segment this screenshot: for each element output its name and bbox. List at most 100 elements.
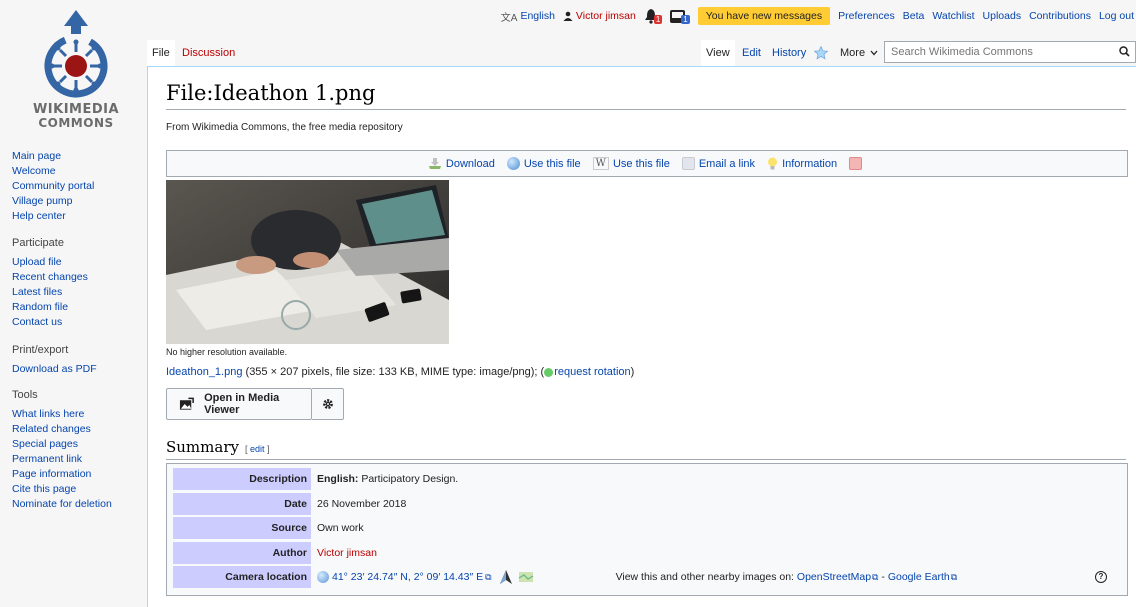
sidebar-item-related-changes[interactable]: Related changes: [12, 422, 112, 437]
sidebar-item-latest-files[interactable]: Latest files: [12, 285, 88, 300]
file-meta-text: (355 × 207 pixels, file size: 133 KB, MI…: [242, 366, 545, 378]
file-info-line: Ideathon_1.png (355 × 207 pixels, file s…: [166, 366, 634, 378]
summary-heading: Summary [ edit ]: [166, 438, 270, 456]
wikimedia-commons-logo[interactable]: WIKIMEDIA COMMONS: [24, 4, 128, 132]
tab-view[interactable]: View: [701, 40, 735, 66]
tab-edit[interactable]: Edit: [737, 40, 766, 66]
alerts-button[interactable]: 1: [644, 8, 663, 24]
sidebar-item-what-links-here[interactable]: What links here: [12, 407, 112, 422]
sidebar-item-help-center[interactable]: Help center: [12, 209, 94, 224]
sidebar-item-cite-this-page[interactable]: Cite this page: [12, 482, 112, 497]
information-button[interactable]: Information: [767, 157, 837, 171]
rotate-icon: [544, 367, 554, 377]
logo-text-wikimedia: WIKIMEDIA: [32, 102, 120, 117]
summary-edit-link[interactable]: edit: [250, 444, 265, 454]
sidebar-item-nominate-deletion[interactable]: Nominate for deletion: [12, 497, 112, 512]
open-media-viewer-label: Open in Media Viewer: [204, 392, 280, 416]
file-preview-image[interactable]: [166, 180, 449, 344]
date-value: 26 November 2018: [317, 497, 407, 510]
title-divider: [166, 109, 1126, 110]
email-icon: [681, 157, 695, 170]
user-link[interactable]: Victor jimsan: [563, 10, 636, 22]
sidebar-heading-print-export: Print/export: [12, 344, 69, 356]
email-link-label: Email a link: [698, 157, 756, 170]
contributions-link[interactable]: Contributions: [1029, 10, 1091, 22]
sidebar-participate: Participate Upload file Recent changes L…: [12, 236, 88, 330]
no-higher-resolution-note: No higher resolution available.: [166, 347, 288, 357]
sidebar-print-export: Print/export Download as PDF: [12, 343, 97, 377]
file-toolbar: Download Use this file W Use this file E…: [166, 150, 1128, 177]
source-value: Own work: [317, 522, 364, 535]
download-icon: [428, 158, 441, 169]
tab-file[interactable]: File: [147, 40, 175, 66]
table-row-source: Source Own work: [173, 516, 1121, 541]
sidebar-heading-tools: Tools: [12, 389, 38, 401]
language-label: English: [520, 10, 555, 22]
language-selector[interactable]: 文A English: [501, 9, 555, 24]
use-file-web-label: Use this file: [523, 157, 581, 170]
globe-icon: [506, 157, 520, 170]
sidebar-item-recent-changes[interactable]: Recent changes: [12, 270, 88, 285]
compass-icon[interactable]: [498, 569, 514, 585]
alerts-count: 1: [653, 15, 663, 24]
sidebar-item-special-pages[interactable]: Special pages: [12, 437, 112, 452]
link-separator: -: [878, 571, 888, 584]
table-row-camera-location: Camera location 41° 23′ 24.74″ N, 2° 09′…: [173, 565, 1121, 590]
preferences-link[interactable]: Preferences: [838, 10, 895, 22]
description-language: English:: [317, 473, 359, 486]
information-table: Description English: Participatory Desig…: [166, 463, 1128, 596]
use-file-wiki-label: Use this file: [612, 157, 670, 170]
search-icon[interactable]: [1119, 46, 1130, 57]
sidebar-item-welcome[interactable]: Welcome: [12, 164, 94, 179]
author-link[interactable]: Victor jimsan: [317, 547, 377, 559]
sidebar-item-upload-file[interactable]: Upload file: [12, 255, 88, 270]
uploads-link[interactable]: Uploads: [983, 10, 1022, 22]
file-link[interactable]: Ideathon_1.png: [166, 366, 242, 378]
logout-link[interactable]: Log out: [1099, 10, 1134, 22]
wikipedia-w-icon: W: [592, 157, 609, 170]
sidebar-heading-participate: Participate: [12, 237, 64, 249]
watchlist-link[interactable]: Watchlist: [932, 10, 974, 22]
google-earth-link[interactable]: Google Earth: [888, 571, 950, 583]
logo-text-commons: COMMONS: [38, 116, 114, 130]
new-messages-badge[interactable]: You have new messages: [697, 7, 831, 25]
sidebar-item-contact-us[interactable]: Contact us: [12, 315, 88, 330]
site-subtitle: From Wikimedia Commons, the free media r…: [166, 122, 403, 133]
coordinates-link[interactable]: 41° 23′ 24.74″ N, 2° 09′ 14.43″ E: [332, 571, 483, 583]
use-file-web-button[interactable]: Use this file: [506, 157, 581, 170]
beta-link[interactable]: Beta: [903, 10, 925, 22]
external-link-icon: ⧉: [950, 571, 958, 582]
notices-button[interactable]: 1: [670, 9, 690, 24]
search-input[interactable]: [884, 41, 1136, 63]
globe-location-icon: [317, 571, 329, 584]
sidebar-item-village-pump[interactable]: Village pump: [12, 194, 94, 209]
sidebar-item-download-pdf[interactable]: Download as PDF: [12, 362, 97, 377]
open-media-viewer-button[interactable]: Open in Media Viewer: [166, 388, 312, 420]
sidebar-item-permanent-link[interactable]: Permanent link: [12, 452, 112, 467]
author-label: Author: [173, 541, 311, 564]
report-icon[interactable]: [849, 157, 866, 170]
sidebar: WIKIMEDIA COMMONS Main page Welcome Comm…: [0, 0, 150, 607]
translate-icon: 文A: [500, 12, 518, 24]
page-tabs: File Discussion View Edit History More: [147, 40, 1136, 66]
use-file-wiki-button[interactable]: W Use this file: [592, 157, 670, 170]
tab-history[interactable]: History: [767, 40, 811, 66]
openstreetmap-link[interactable]: OpenStreetMap: [797, 571, 871, 583]
media-viewer-settings-button[interactable]: [312, 388, 344, 420]
sidebar-item-community-portal[interactable]: Community portal: [12, 179, 94, 194]
map-icon[interactable]: [518, 570, 534, 584]
watch-star-icon[interactable]: [809, 40, 833, 66]
description-value: Participatory Design.: [358, 473, 459, 486]
sidebar-item-page-information[interactable]: Page information: [12, 467, 112, 482]
download-button[interactable]: Download: [428, 157, 495, 170]
help-icon[interactable]: ?: [1095, 571, 1107, 584]
sidebar-item-main-page[interactable]: Main page: [12, 149, 94, 164]
email-link-button[interactable]: Email a link: [681, 157, 756, 170]
sidebar-item-random-file[interactable]: Random file: [12, 300, 88, 315]
tab-discussion[interactable]: Discussion: [177, 40, 240, 66]
camera-location-label: Camera location: [173, 566, 311, 589]
sidebar-navigation: Main page Welcome Community portal Villa…: [12, 149, 94, 224]
gear-icon: [322, 399, 333, 409]
notices-count: 1: [681, 14, 690, 24]
request-rotation-link[interactable]: request rotation: [554, 366, 630, 378]
